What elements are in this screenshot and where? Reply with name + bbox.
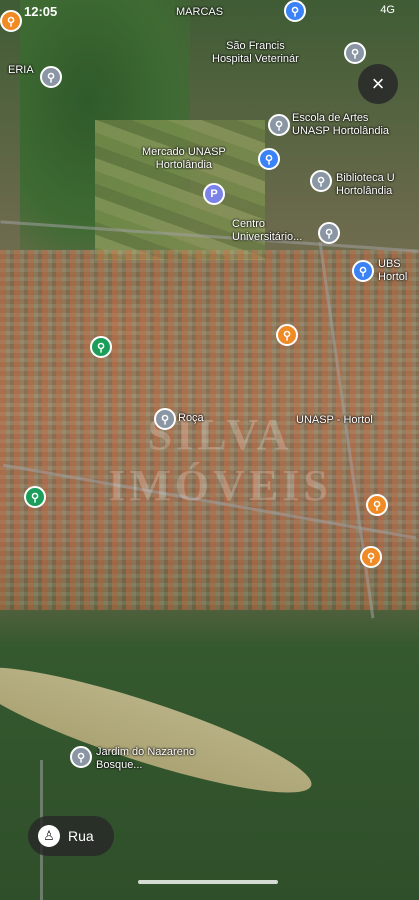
place-label-unasp: UNASP - Hortol bbox=[296, 414, 373, 426]
place-label-biblioteca: Biblioteca U Hortolândia bbox=[336, 172, 395, 197]
place-label-marcas: MARCAS bbox=[176, 6, 224, 18]
park-pin[interactable]: ⚲ bbox=[24, 486, 46, 508]
library-pin[interactable]: ⚲ bbox=[310, 170, 332, 192]
place-pin[interactable]: ⚲ bbox=[154, 408, 176, 430]
church-pin[interactable]: ⚲ bbox=[70, 746, 92, 768]
place-label-roca: Roça bbox=[178, 412, 204, 424]
parking-pin[interactable]: P bbox=[203, 183, 225, 205]
restaurant-pin[interactable]: ⚲ bbox=[366, 494, 388, 516]
place-label-centro: Centro Universitário... bbox=[232, 218, 303, 243]
status-time: 12:05 bbox=[24, 4, 58, 19]
restaurant-pin[interactable]: ⚲ bbox=[360, 546, 382, 568]
place-label-ubs: UBS Hortol bbox=[378, 258, 408, 283]
shop-pin[interactable]: ⚲ bbox=[284, 0, 306, 22]
park-pin[interactable]: ⚲ bbox=[90, 336, 112, 358]
place-label-hospital: São Francis Hospital Veterinár bbox=[212, 40, 299, 65]
restaurant-pin[interactable]: ⚲ bbox=[0, 10, 22, 32]
place-label-nazareno: Jardim do Nazareno Bosque... bbox=[96, 746, 196, 771]
place-label-mercado: Mercado UNASP Hortolândia bbox=[142, 146, 226, 171]
place-label-escola: Escola de Artes UNASP Hortolândia bbox=[292, 112, 390, 137]
place-label-eria: ERIA bbox=[8, 64, 34, 76]
place-pin[interactable]: ⚲ bbox=[40, 66, 62, 88]
clinic-pin[interactable]: ⚲ bbox=[352, 260, 374, 282]
restaurant-pin[interactable]: ⚲ bbox=[276, 324, 298, 346]
watermark: SILVA IMÓVEIS bbox=[108, 410, 332, 510]
status-signal: 4G bbox=[380, 4, 395, 16]
street-view-label: Rua bbox=[68, 828, 94, 844]
market-pin[interactable]: ⚲ bbox=[258, 148, 280, 170]
street-view-button[interactable]: ♙ Rua bbox=[28, 816, 114, 856]
home-indicator[interactable] bbox=[138, 880, 278, 884]
close-icon: × bbox=[371, 71, 385, 96]
pegman-icon: ♙ bbox=[38, 825, 60, 847]
university-pin[interactable]: ⚲ bbox=[318, 222, 340, 244]
close-button[interactable]: × bbox=[358, 64, 398, 104]
school-pin[interactable]: ⚲ bbox=[268, 114, 290, 136]
hospital-pin[interactable]: ⚲ bbox=[344, 42, 366, 64]
